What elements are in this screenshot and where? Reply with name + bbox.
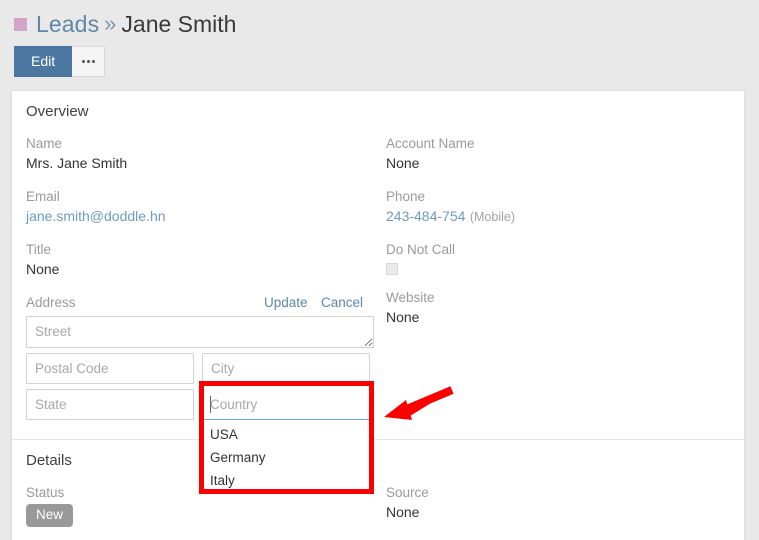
field-name-label: Name: [26, 136, 63, 151]
record-action-toolbar: Edit: [0, 38, 759, 77]
address-cancel-link[interactable]: Cancel: [321, 295, 363, 310]
address-update-link[interactable]: Update: [264, 295, 308, 310]
field-title-label: Title: [26, 242, 52, 257]
ellipsis-icon: [81, 60, 95, 63]
field-title-value: None: [26, 261, 60, 277]
field-account-name-label: Account Name: [386, 136, 475, 151]
field-phone-label: Phone: [386, 189, 426, 204]
details-grid: Status New Source None: [12, 469, 744, 540]
overview-grid: Name Mrs. Jane Smith Email jane.smith@do…: [12, 120, 744, 498]
address-inline-actions: Update Cancel: [255, 294, 363, 312]
page-title: Jane Smith: [121, 10, 237, 37]
field-title: Title None: [26, 240, 364, 280]
field-address-label: Address: [26, 295, 76, 310]
more-actions-button[interactable]: [72, 46, 106, 77]
address-edit-form: USA Germany Italy: [26, 316, 374, 498]
field-email-value-link[interactable]: jane.smith@doddle.hn: [26, 208, 166, 224]
field-phone-value-row: 243-484-754 (Mobile): [386, 206, 730, 227]
field-phone-value-link[interactable]: 243-484-754: [386, 208, 465, 224]
address-row-postal-city: [26, 353, 370, 384]
field-account-name: Account Name None: [386, 134, 730, 174]
field-name: Name Mrs. Jane Smith: [26, 134, 364, 174]
field-name-value: Mrs. Jane Smith: [26, 155, 128, 171]
details-right-column: Source None: [378, 469, 744, 540]
field-account-name-value: None: [386, 155, 420, 171]
field-do-not-call-label: Do Not Call: [386, 242, 456, 257]
country-input[interactable]: [202, 389, 374, 420]
breadcrumb: Leads » Jane Smith: [0, 0, 759, 38]
street-input[interactable]: [26, 316, 374, 348]
field-do-not-call: Do Not Call: [386, 240, 730, 275]
field-phone-type: (Mobile): [469, 210, 516, 224]
address-header: Address Update Cancel: [26, 293, 364, 312]
state-input[interactable]: [26, 389, 194, 420]
details-section-title: Details: [26, 452, 72, 469]
field-source: Source None: [386, 483, 730, 523]
record-detail-panel: Overview Name Mrs. Jane Smith Email jane…: [11, 90, 745, 540]
country-suggestion-list: USA Germany Italy: [202, 420, 374, 498]
country-field-wrapper: USA Germany Italy: [202, 389, 374, 498]
field-source-value: None: [386, 504, 420, 520]
field-email: Email jane.smith@doddle.hn: [26, 187, 364, 227]
postal-code-input[interactable]: [26, 353, 194, 384]
breadcrumb-separator: »: [104, 11, 117, 36]
do-not-call-checkbox: [386, 263, 398, 275]
city-input[interactable]: [202, 353, 370, 384]
edit-button[interactable]: Edit: [14, 46, 73, 77]
country-suggestion-item[interactable]: Germany: [202, 446, 374, 469]
country-suggestion-item[interactable]: Italy: [202, 469, 374, 492]
field-address: Address Update Cancel Street Postal Code…: [26, 293, 374, 498]
field-email-label: Email: [26, 189, 60, 204]
field-phone: Phone 243-484-754 (Mobile): [386, 187, 730, 227]
address-row-state-country: USA Germany Italy: [26, 389, 374, 498]
text-caret: [210, 396, 211, 413]
country-suggestion-item[interactable]: USA: [202, 423, 374, 446]
field-source-label: Source: [386, 485, 429, 500]
field-website-label: Website: [386, 290, 435, 305]
field-website-value: None: [386, 309, 420, 325]
overview-left-column: Name Mrs. Jane Smith Email jane.smith@do…: [12, 120, 378, 498]
overview-right-column: Account Name None Phone 243-484-754 (Mob…: [378, 120, 744, 433]
status-badge: New: [26, 504, 74, 527]
breadcrumb-parent-link[interactable]: Leads: [36, 11, 99, 38]
field-website: Website None: [386, 288, 730, 328]
overview-section-title: Overview: [26, 103, 89, 120]
pink-square-icon: [14, 17, 27, 31]
